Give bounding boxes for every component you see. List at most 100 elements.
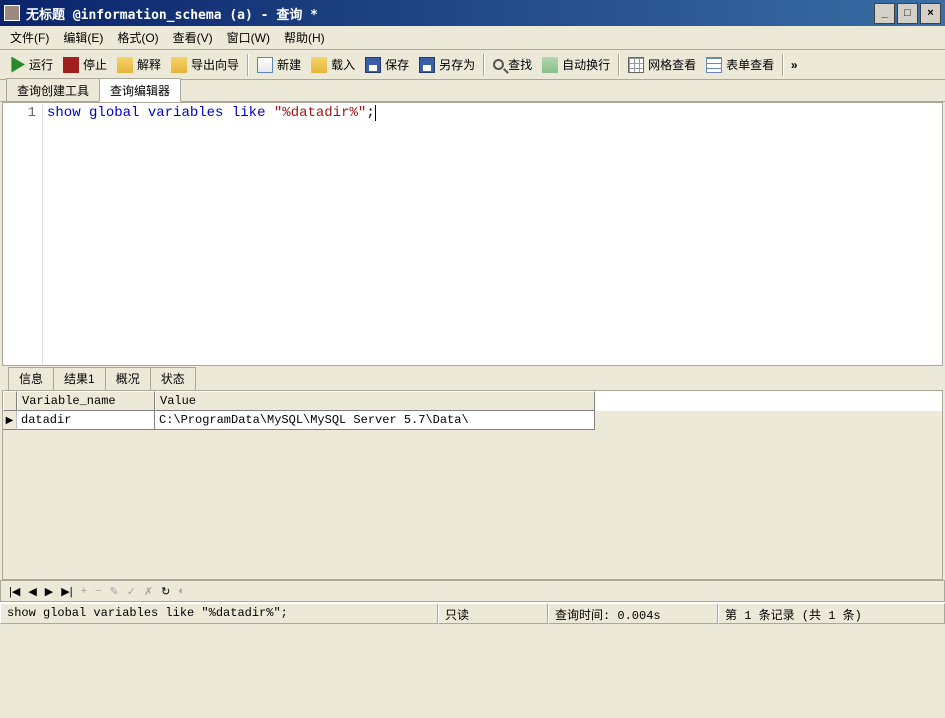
form-icon: [706, 57, 722, 73]
result-grid: Variable_name Value ▶ datadir C:\Program…: [2, 390, 943, 580]
nav-first[interactable]: |◀: [7, 584, 22, 599]
cell-variable-name[interactable]: datadir: [17, 411, 155, 430]
row-indicator-icon: ▶: [3, 411, 17, 430]
table-row[interactable]: ▶ datadir C:\ProgramData\MySQL\MySQL Ser…: [3, 411, 942, 430]
toolbar: 运行 停止 解释 导出向导 新建 载入 保存 另存为 查找 自动换行 网格查看 …: [0, 50, 945, 80]
new-icon: [257, 57, 273, 73]
menu-help[interactable]: 帮助(H): [278, 27, 331, 48]
status-readonly: 只读: [438, 603, 548, 624]
menu-view[interactable]: 查看(V): [167, 27, 219, 48]
line-number: 1: [9, 105, 36, 121]
new-label: 新建: [277, 56, 301, 73]
nav-cancel[interactable]: ✗: [142, 584, 155, 599]
new-button[interactable]: 新建: [252, 53, 306, 76]
line-gutter: 1: [3, 103, 43, 365]
stop-icon: [63, 57, 79, 73]
tab-query-editor[interactable]: 查询编辑器: [99, 78, 181, 102]
caret: [375, 105, 376, 121]
nav-refresh[interactable]: ↻: [159, 584, 172, 599]
editor-tabs: 查询创建工具 查询编辑器: [0, 80, 945, 102]
nav-edit[interactable]: ✎: [107, 584, 120, 599]
nav-last[interactable]: ▶|: [59, 584, 74, 599]
explain-icon: [117, 57, 133, 73]
load-button[interactable]: 载入: [306, 53, 360, 76]
toolbar-separator: [483, 54, 485, 76]
explain-button[interactable]: 解释: [112, 53, 166, 76]
nav-apply[interactable]: ✓: [125, 584, 138, 599]
save-label: 保存: [385, 56, 409, 73]
grid-view-label: 网格查看: [648, 56, 696, 73]
menu-file[interactable]: 文件(F): [4, 27, 55, 48]
run-icon: [9, 57, 25, 73]
column-value[interactable]: Value: [155, 391, 595, 411]
token-keyword: like: [232, 105, 266, 121]
form-view-label: 表单查看: [726, 56, 774, 73]
cell-value[interactable]: C:\ProgramData\MySQL\MySQL Server 5.7\Da…: [155, 411, 595, 430]
token-string: "%datadir%": [274, 105, 366, 121]
sql-editor[interactable]: 1 show global variables like "%datadir%"…: [2, 102, 943, 366]
export-wizard-icon: [171, 57, 187, 73]
save-button[interactable]: 保存: [360, 53, 414, 76]
wrap-icon: [542, 57, 558, 73]
menu-window[interactable]: 窗口(W): [221, 27, 276, 48]
saveas-icon: [419, 57, 435, 73]
row-indicator-head: [3, 391, 17, 411]
window-buttons: _ □ ×: [874, 3, 941, 24]
app-icon: [4, 5, 20, 21]
run-label: 运行: [29, 56, 53, 73]
status-sql: show global variables like "%datadir%";: [0, 603, 438, 624]
run-button[interactable]: 运行: [4, 53, 58, 76]
token-keyword: show: [47, 105, 81, 121]
column-variable-name[interactable]: Variable_name: [17, 391, 155, 411]
tab-profile[interactable]: 概况: [105, 367, 151, 390]
saveas-label: 另存为: [439, 56, 475, 73]
grid-header: Variable_name Value: [3, 391, 942, 411]
stop-label: 停止: [83, 56, 107, 73]
tab-info[interactable]: 信息: [8, 367, 54, 390]
export-wizard-label: 导出向导: [191, 56, 239, 73]
grid-body: ▶ datadir C:\ProgramData\MySQL\MySQL Ser…: [3, 411, 942, 579]
status-record: 第 1 条记录 (共 1 条): [718, 603, 945, 624]
tab-result-1[interactable]: 结果1: [53, 367, 106, 390]
autowrap-button[interactable]: 自动换行: [537, 53, 615, 76]
load-icon: [311, 57, 327, 73]
menu-format[interactable]: 格式(O): [111, 27, 164, 48]
nav-add[interactable]: +: [79, 584, 89, 598]
toolbar-separator: [618, 54, 620, 76]
status-query-time: 查询时间: 0.004s: [548, 603, 718, 624]
maximize-button[interactable]: □: [897, 3, 918, 24]
title-bar: 无标题 @information_schema (a) - 查询 * _ □ ×: [0, 0, 945, 26]
toolbar-overflow[interactable]: »: [787, 58, 801, 72]
grid-icon: [628, 57, 644, 73]
close-button[interactable]: ×: [920, 3, 941, 24]
result-tabs: 信息 结果1 概况 状态: [2, 368, 943, 390]
find-button[interactable]: 查找: [488, 53, 537, 76]
autowrap-label: 自动换行: [562, 56, 610, 73]
token-keyword: global: [89, 105, 139, 121]
save-icon: [365, 57, 381, 73]
nav-prev[interactable]: ◀: [26, 584, 38, 599]
tab-status[interactable]: 状态: [150, 367, 196, 390]
search-icon: [493, 59, 504, 70]
token-punct: ;: [366, 105, 374, 121]
nav-next[interactable]: ▶: [43, 584, 55, 599]
grid-view-button[interactable]: 网格查看: [623, 53, 701, 76]
stop-button[interactable]: 停止: [58, 53, 112, 76]
menu-edit[interactable]: 编辑(E): [57, 27, 109, 48]
record-nav: |◀ ◀ ▶ ▶| + − ✎ ✓ ✗ ↻ ◐: [0, 580, 945, 602]
window-title: 无标题 @information_schema (a) - 查询 *: [26, 4, 874, 23]
export-wizard-button[interactable]: 导出向导: [166, 53, 244, 76]
toolbar-separator: [782, 54, 784, 76]
tab-query-builder[interactable]: 查询创建工具: [6, 78, 100, 101]
toolbar-separator: [247, 54, 249, 76]
code-area[interactable]: show global variables like "%datadir%";: [43, 103, 942, 365]
nav-delete[interactable]: −: [93, 584, 103, 598]
nav-stop[interactable]: ◐: [176, 584, 187, 598]
explain-label: 解释: [137, 56, 161, 73]
find-label: 查找: [508, 56, 532, 73]
menu-bar: 文件(F) 编辑(E) 格式(O) 查看(V) 窗口(W) 帮助(H): [0, 26, 945, 50]
minimize-button[interactable]: _: [874, 3, 895, 24]
saveas-button[interactable]: 另存为: [414, 53, 480, 76]
form-view-button[interactable]: 表单查看: [701, 53, 779, 76]
status-bar: show global variables like "%datadir%"; …: [0, 602, 945, 624]
